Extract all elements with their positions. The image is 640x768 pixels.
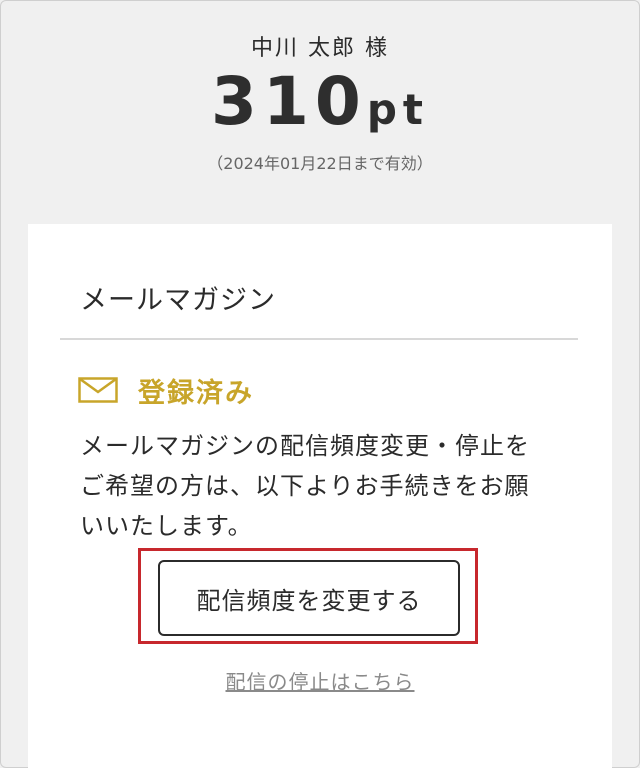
points-header: 中川 太郎 様 310pt （2024年01月22日まで有効）: [0, 0, 640, 220]
points-unit: pt: [366, 85, 429, 134]
points-expiry: （2024年01月22日まで有効）: [207, 154, 433, 173]
stop-delivery-link[interactable]: 配信の停止はこちら: [28, 666, 612, 695]
points-value: 310: [211, 63, 367, 140]
change-frequency-button[interactable]: 配信頻度を変更する: [158, 560, 460, 636]
user-name: 中川 太郎 様: [251, 36, 389, 61]
newsletter-card: メールマガジン 登録済み メールマガジンの配信頻度変更・停止をご希望の方は、以下…: [28, 224, 612, 768]
card-title: メールマガジン: [80, 285, 276, 316]
points-balance: 310pt: [0, 62, 640, 159]
subscription-status: 登録済み: [78, 372, 254, 409]
mail-icon: [78, 377, 118, 403]
status-label: 登録済み: [138, 377, 254, 409]
divider: [60, 338, 578, 340]
description-text: メールマガジンの配信頻度変更・停止をご希望の方は、以下よりお手続きをお願いいたし…: [80, 432, 530, 540]
